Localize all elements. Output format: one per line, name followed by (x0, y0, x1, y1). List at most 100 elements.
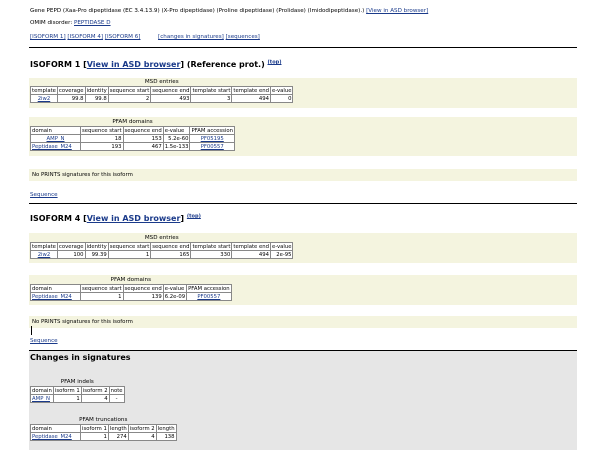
gene-description: Gene PEPD (Xaa-Pro dipeptidase (EC 3.4.1… (30, 8, 365, 14)
col-header: identity (84, 242, 109, 252)
table-cell: 4 (127, 432, 157, 442)
isoform-1-title: ISOFORM 1 [View in ASD browser] (Referen… (30, 59, 282, 69)
col-header: domain (30, 284, 81, 294)
table-header-row: domain sequence start sequence end e-val… (30, 126, 236, 136)
table-cell: 2e-95 (269, 250, 294, 260)
pfam-accession-link[interactable]: PF00557 (201, 144, 224, 150)
text-cursor (31, 326, 32, 335)
isoform-4-title: ISOFORM 4 [View in ASD browser] (top) (30, 213, 201, 223)
isoform-4-msd-table: MSD entries template coverage identity s… (30, 234, 294, 260)
table-cell: PF05195 (189, 134, 236, 144)
nav-links: [ISOFORM 1] [ISOFORM 4] [ISOFORM 6] [cha… (30, 34, 260, 40)
col-header: sequence start (107, 242, 152, 252)
col-header: note (108, 386, 125, 396)
col-header: PFAM accession (189, 126, 236, 136)
col-header: coverage (56, 86, 86, 96)
domain-link[interactable]: Peptidase_M24 (32, 294, 72, 300)
isoform-1-sequence-link[interactable]: Sequence (30, 192, 58, 198)
nav-isoform-6[interactable]: [ISOFORM 6] (105, 34, 141, 40)
isoform-1-top-link[interactable]: (top) (268, 59, 282, 65)
table-cell: AMP_N (30, 134, 81, 144)
isoform-4-top-link[interactable]: (top) (187, 213, 201, 219)
nav-isoform-1[interactable]: [ISOFORM 1] (30, 34, 66, 40)
col-header: template (30, 242, 58, 252)
col-header: template (30, 86, 58, 96)
table-header-row: domain sequence start sequence end e-val… (30, 284, 232, 294)
isoform-1-label: ISOFORM 1 (30, 60, 81, 69)
isoform-4-label: ISOFORM 4 (30, 214, 81, 223)
omim-label: OMIM disorder: (30, 20, 73, 26)
table-cell: 1.5e-133 (162, 142, 191, 152)
col-header: template end (231, 86, 271, 96)
table-cell: 494 (231, 250, 271, 260)
table-header-row: domain isoform 1 length isoform 2 length (30, 424, 177, 434)
table-caption: PFAM indels (60, 379, 94, 385)
table-row: 2iw2 100 99.39 1 165 330 494 2e-95 (30, 250, 294, 260)
col-header: template end (231, 242, 271, 252)
table-row: Peptidase_M24 1 139 6.2e-09 PF00557 (30, 292, 232, 302)
isoform-1-pfam-table: PFAM domains domain sequence start seque… (30, 118, 236, 152)
table-cell: Peptidase_M24 (30, 432, 81, 442)
domain-link[interactable]: AMP_N (47, 136, 65, 142)
pfam-accession-link[interactable]: PF05195 (201, 136, 224, 142)
template-link[interactable]: 2iw2 (38, 96, 51, 102)
table-row: Peptidase_M24 193 467 1.5e-133 PF00557 (30, 142, 236, 152)
domain-link[interactable]: Peptidase_M24 (32, 434, 72, 440)
table-cell: 2 (107, 94, 152, 104)
table-caption: PFAM domains (110, 277, 151, 283)
col-header: sequence end (122, 126, 164, 136)
table-caption: MSD entries (144, 235, 179, 241)
isoform-4-asd-link[interactable]: View in ASD browser (87, 214, 181, 223)
table-cell: 1 (80, 432, 109, 442)
table-row: Peptidase_M24 1 274 4 138 (30, 432, 177, 442)
col-header: length (155, 424, 177, 434)
divider (29, 47, 577, 48)
col-header: isoform 2 (80, 386, 110, 396)
table-cell: 3 (190, 94, 233, 104)
table-cell: 138 (155, 432, 177, 442)
nav-changes-in-signatures[interactable]: [changes in signatures] (158, 34, 224, 40)
col-header: PFAM accession (186, 284, 232, 294)
isoform-1-asd-link[interactable]: View in ASD browser (87, 60, 181, 69)
pfam-accession-link[interactable]: PF00557 (197, 294, 220, 300)
table-cell: AMP_N (30, 394, 54, 404)
isoform-4-sequence-link[interactable]: Sequence (30, 338, 58, 344)
isoform-4-pfam-table: PFAM domains domain sequence start seque… (30, 276, 232, 302)
table-cell: 2iw2 (30, 250, 58, 260)
domain-link[interactable]: Peptidase_M24 (32, 144, 72, 150)
col-header: identity (84, 86, 109, 96)
col-header: sequence start (107, 86, 152, 96)
table-cell: 193 (80, 142, 124, 152)
table-cell: 100 (56, 250, 86, 260)
table-header-row: domain isoform 1 isoform 2 note (30, 386, 125, 396)
table-cell: 18 (80, 134, 124, 144)
isoform-1-msd-table: MSD entries template coverage identity s… (30, 78, 294, 104)
divider (29, 203, 577, 204)
col-header: length (107, 424, 129, 434)
table-row: 2iw2 99.8 99.8 2 493 3 494 0 (30, 94, 294, 104)
table-cell: 467 (122, 142, 164, 152)
col-header: template start (190, 242, 233, 252)
table-cell: 99.8 (84, 94, 109, 104)
col-header: sequence end (150, 242, 192, 252)
omim-disorder-link[interactable]: PEPTIDASE D (74, 20, 111, 26)
no-prints-message: No PRINTS signatures for this isoform (32, 319, 133, 325)
template-link[interactable]: 2iw2 (38, 252, 51, 258)
nav-sequences[interactable]: [sequences] (226, 34, 260, 40)
omim-line: OMIM disorder: PEPTIDASE D (30, 20, 111, 26)
domain-link[interactable]: AMP_N (32, 396, 50, 402)
no-prints-message: No PRINTS signatures for this isoform (32, 172, 133, 178)
table-cell: 4 (80, 394, 110, 404)
col-header: e-value (162, 126, 191, 136)
changes-title: Changes in signatures (30, 353, 131, 362)
col-header: isoform 2 (127, 424, 157, 434)
table-cell: PF00557 (186, 292, 232, 302)
table-cell: 330 (190, 250, 233, 260)
col-header: sequence start (80, 126, 124, 136)
col-header: template start (190, 86, 233, 96)
gene-asd-browser-link[interactable]: [View in ASD browser] (366, 8, 428, 14)
nav-isoform-4[interactable]: [ISOFORM 4] (67, 34, 103, 40)
table-cell: Peptidase_M24 (30, 142, 81, 152)
gene-header: Gene PEPD (Xaa-Pro dipeptidase (EC 3.4.1… (30, 8, 428, 14)
pfam-truncations-table: PFAM truncations domain isoform 1 length… (30, 416, 177, 442)
